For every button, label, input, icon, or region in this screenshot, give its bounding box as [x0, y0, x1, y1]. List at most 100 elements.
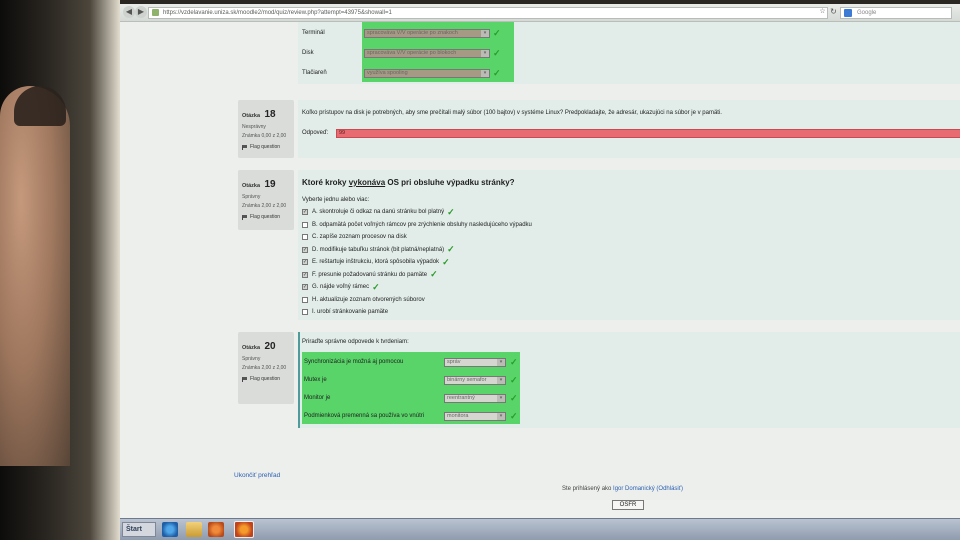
q17-select-value: využíva spooling: [367, 69, 408, 76]
q19-title-underlined: vykonáva: [348, 178, 386, 187]
q17-select[interactable]: spracováva V/V operácie po blokoch ▾: [364, 48, 490, 58]
q17-select[interactable]: využíva spooling ▾: [364, 68, 490, 78]
question-grade: Známka 2,00 z 2,00: [242, 203, 287, 209]
q19-option: I. urobí stránkovanie pamäte: [302, 306, 902, 319]
check-icon: ✓: [493, 67, 501, 78]
user-name-link[interactable]: Igor Domanický: [613, 486, 655, 492]
media-player-icon[interactable]: [208, 522, 224, 537]
q17-row-label: Terminál: [302, 30, 325, 36]
lock-icon: [152, 9, 159, 16]
question-18-text: Koľko prístupov na disk je potrebných, a…: [302, 110, 722, 116]
checkbox[interactable]: ✓: [302, 259, 308, 266]
q17-row: Tlačiareň využíva spooling ▾ ✓: [302, 64, 522, 82]
q20-select[interactable]: reentrantný ▾: [444, 393, 506, 403]
question-20: Priraďte správne odpovede k tvrdeniam: S…: [298, 332, 960, 428]
q19-option: ✓ G. nájde voľný rámec ✓: [302, 281, 902, 294]
q20-row-label: Synchronizácia je možná aj pomocou: [304, 359, 404, 365]
q17-row-label: Disk: [302, 50, 314, 56]
chevron-down-icon: ▾: [497, 376, 505, 384]
checkbox[interactable]: [302, 221, 308, 228]
q20-row-label: Monitor je: [304, 395, 331, 401]
question-grade: Známka 2,00 z 2,00: [242, 365, 287, 371]
start-label: Štart: [126, 526, 142, 533]
check-icon: ✓: [510, 356, 518, 367]
q20-row-label: Podmienková premenná sa používa vo vnútr…: [304, 413, 425, 419]
flag-question-label: Flag question: [250, 144, 281, 150]
chevron-down-icon: ▾: [497, 358, 505, 366]
question-18: Koľko prístupov na disk je potrebných, a…: [298, 100, 960, 158]
firefox-icon[interactable]: [234, 521, 254, 538]
question-label: Otázka: [242, 183, 261, 189]
q19-title-part: Ktoré kroky: [302, 178, 349, 187]
check-icon: ✓: [442, 256, 450, 267]
question-19-title: Ktoré kroky vykonáva OS pri obsluhe výpa…: [302, 178, 515, 187]
check-icon: ✓: [510, 410, 518, 421]
folder-icon[interactable]: [186, 522, 202, 537]
flag-question-link[interactable]: Flag question: [242, 214, 290, 220]
screen: ◀ ▶ https://vzdelavanie.uniza.sk/moodle2…: [120, 4, 960, 540]
chevron-down-icon: ▾: [497, 394, 505, 402]
windows-taskbar: Štart: [120, 518, 960, 540]
q20-select[interactable]: binárny semafor ▾: [444, 375, 506, 385]
q19-option: H. aktualizuje zoznam otvorených súborov: [302, 294, 902, 307]
q17-select-value: spracováva V/V operácie po znakoch: [367, 29, 458, 36]
q20-select[interactable]: správ ▾: [444, 357, 506, 367]
check-icon: ✓: [493, 27, 501, 38]
answer-label: Odpoveď:: [302, 130, 329, 136]
checkbox[interactable]: ✓: [302, 271, 308, 278]
search-input[interactable]: Google: [840, 7, 952, 19]
q17-select[interactable]: spracováva V/V operácie po znakoch ▾: [364, 28, 490, 38]
q19-option: ✓ A. skontroluje či odkaz na danú stránku…: [302, 206, 902, 219]
q18-answer-row: Odpoveď: 99: [302, 128, 960, 140]
check-icon: ✓: [493, 47, 501, 58]
check-icon: ✓: [447, 244, 455, 255]
question-label: Otázka: [242, 345, 261, 351]
q20-select-value: správ: [447, 358, 461, 365]
checkbox[interactable]: [302, 234, 308, 241]
option-text: E. reštartuje inštrukciu, ktorá spôsobil…: [312, 259, 440, 266]
question-status: Správny: [242, 194, 261, 200]
q20-row: Mutex je binárny semafor ▾ ✓: [302, 371, 520, 389]
question-20-info: Otázka 20 Správny Známka 2,00 z 2,00 Fla…: [238, 332, 294, 404]
answer-value: 99: [339, 130, 346, 136]
reload-icon[interactable]: ↻: [829, 7, 838, 17]
course-button[interactable]: OSFR: [612, 500, 644, 510]
ie-icon[interactable]: [162, 522, 178, 537]
checkbox[interactable]: ✓: [302, 246, 308, 253]
back-icon[interactable]: ◀: [123, 6, 135, 18]
question-label: Otázka: [242, 113, 261, 119]
question-19-info: Otázka 19 Správny Známka 2,00 z 2,00 Fla…: [238, 170, 294, 230]
checkbox[interactable]: ✓: [302, 209, 308, 216]
q20-select-value: monitora: [447, 412, 469, 419]
answer-input[interactable]: 99: [336, 129, 960, 138]
q20-select-value: binárny semafor: [447, 376, 487, 383]
question-19: Ktoré kroky vykonáva OS pri obsluhe výpa…: [298, 170, 960, 320]
logged-in-info: Ste prihlásený ako Igor Domanický (Odhlá…: [562, 486, 683, 492]
star-icon[interactable]: ☆: [818, 7, 827, 17]
flag-question-link[interactable]: Flag question: [242, 376, 290, 382]
person-in-background: [0, 86, 70, 466]
finish-review-link[interactable]: Ukončiť prehľad: [234, 472, 280, 479]
checkbox[interactable]: [302, 296, 308, 303]
address-bar[interactable]: https://vzdelavanie.uniza.sk/moodle2/mod…: [148, 7, 828, 19]
q17-row: Disk spracováva V/V operácie po blokoch …: [302, 44, 522, 62]
checkbox[interactable]: [302, 309, 308, 316]
q19-title-part: OS pri obsluhe výpadku stránky?: [385, 178, 515, 187]
logout-link[interactable]: (Odhlásiť): [656, 486, 683, 492]
q20-select[interactable]: monitora ▾: [444, 411, 506, 421]
q19-options-list: ✓ A. skontroluje či odkaz na danú stránku…: [302, 206, 902, 319]
browser-toolbar: ◀ ▶ https://vzdelavanie.uniza.sk/moodle2…: [120, 4, 960, 22]
q19-option: B. odpamätá počet voľných rámcov pre zrý…: [302, 219, 902, 232]
flag-icon: [242, 144, 247, 150]
start-button[interactable]: Štart: [122, 522, 156, 537]
question-17-partial: Terminál spracováva V/V operácie po znak…: [298, 22, 960, 84]
check-icon: ✓: [430, 269, 438, 280]
forward-icon[interactable]: ▶: [135, 6, 147, 18]
question-18-info: Otázka 18 Nesprávny Známka 0,00 z 2,00 F…: [238, 100, 294, 158]
question-status: Správny: [242, 356, 261, 362]
checkbox[interactable]: ✓: [302, 284, 308, 291]
chevron-down-icon: ▾: [481, 49, 489, 57]
flag-question-link[interactable]: Flag question: [242, 144, 290, 150]
option-text: H. aktualizuje zoznam otvorených súborov: [312, 296, 425, 303]
q20-row: Podmienková premenná sa používa vo vnútr…: [302, 407, 520, 425]
